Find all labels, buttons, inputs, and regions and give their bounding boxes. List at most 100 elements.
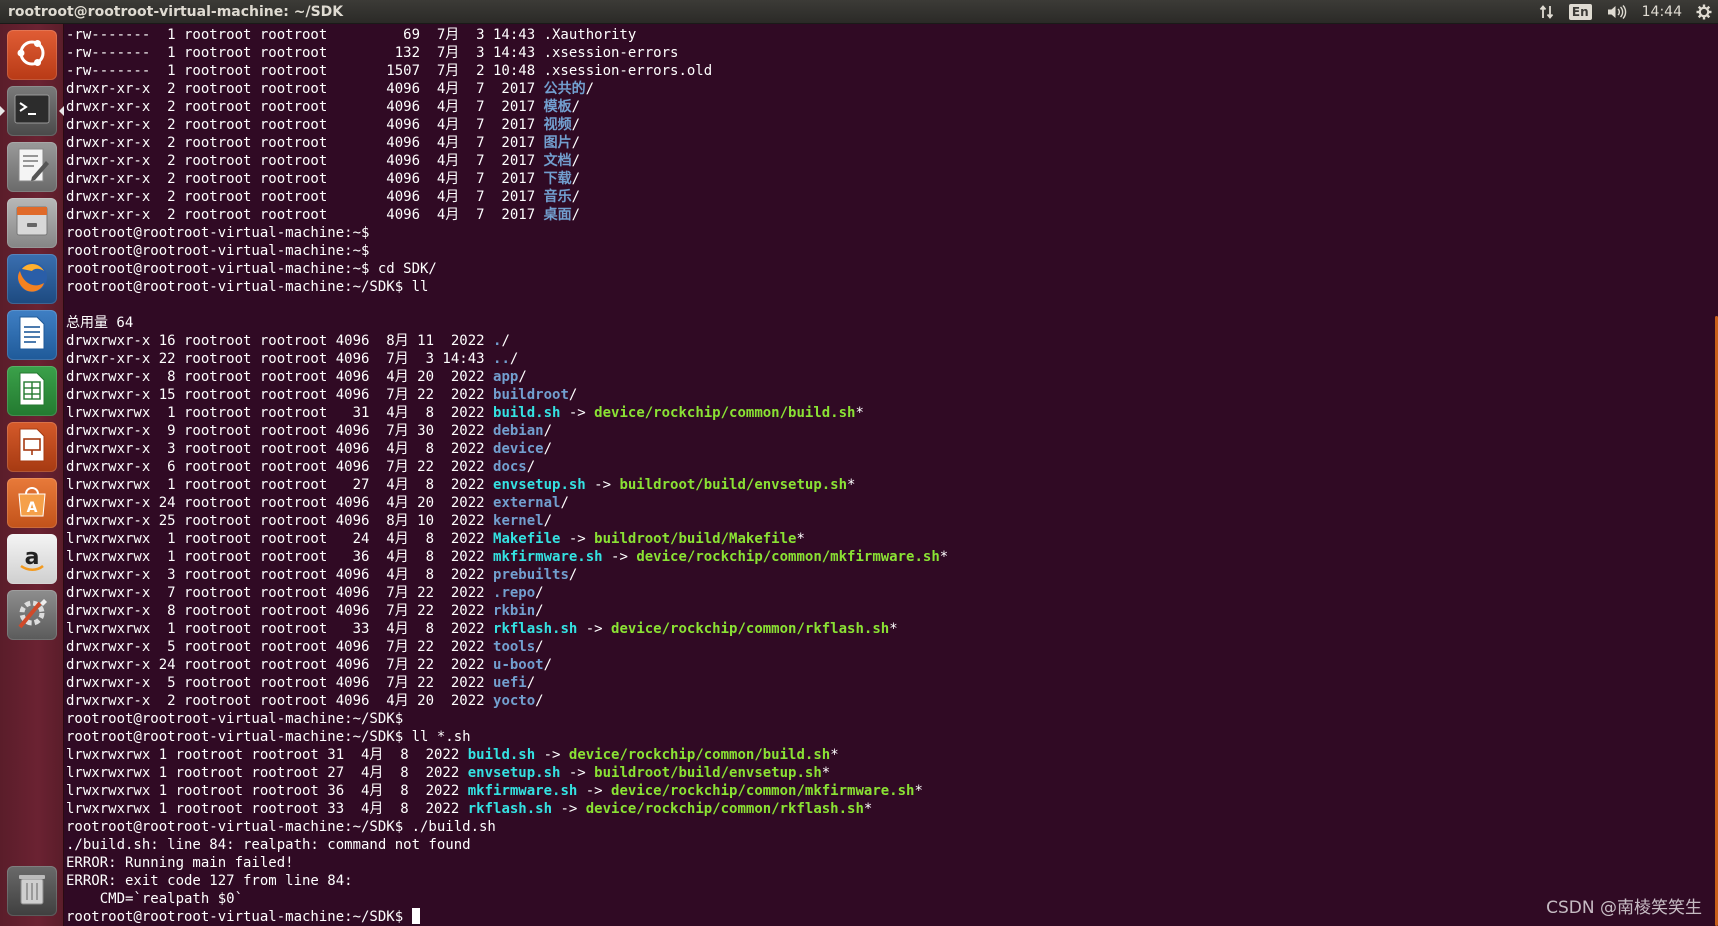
calc-launcher-button[interactable]: [7, 366, 57, 416]
terminal-text-segment: drwxrwxr-x 9 rootroot rootroot 4096 7月 3…: [66, 423, 494, 439]
terminal-text-segment: lrwxrwxrwx 1 rootroot rootroot 33 4月 8 2…: [66, 621, 494, 637]
terminal-output[interactable]: -rw------- 1 rootroot rootroot 69 7月 3 1…: [66, 26, 948, 926]
terminal-text-segment: /: [535, 639, 544, 655]
terminal-line: drwxrwxr-x 9 rootroot rootroot 4096 7月 3…: [66, 422, 948, 440]
terminal-text-segment: ERROR: Running main failed!: [66, 855, 294, 871]
settings-tools-icon: [12, 593, 52, 637]
terminal-line: rootroot@rootroot-virtual-machine:~/SDK$…: [66, 278, 948, 296]
terminal-text-segment: /: [543, 423, 553, 439]
terminal-text-segment: *: [863, 801, 873, 817]
terminal-dir-segment: .repo: [493, 585, 536, 601]
terminal-line: lrwxrwxrwx 1 rootroot rootroot 27 4月 8 2…: [66, 476, 948, 494]
terminal-line: drwxrwxr-x 5 rootroot rootroot 4096 7月 2…: [66, 674, 948, 692]
terminal-text-segment: lrwxrwxrwx 1 rootroot rootroot 36 4月 8 2…: [66, 783, 468, 799]
trash-launcher-button[interactable]: [7, 866, 57, 916]
terminal-line: lrwxrwxrwx 1 rootroot rootroot 24 4月 8 2…: [66, 530, 948, 548]
gear-icon[interactable]: [1696, 4, 1712, 20]
terminal-line: drwxr-xr-x 2 rootroot rootroot 4096 4月 7…: [66, 152, 948, 170]
terminal-text-segment: drwxrwxr-x 2 rootroot rootroot 4096 4月 2…: [66, 693, 494, 709]
terminal-dir-segment: app: [493, 369, 519, 385]
terminal-dir-segment: 文档: [543, 153, 572, 169]
terminal-text-segment: /: [535, 693, 544, 709]
terminal-text-segment: -rw------- 1 rootroot rootroot 69 7月 3 1…: [66, 27, 637, 43]
keyboard-layout-indicator[interactable]: En: [1568, 4, 1592, 20]
terminal-text-segment: *: [914, 783, 923, 799]
system-settings-launcher-button[interactable]: [7, 590, 57, 640]
terminal-text-segment: lrwxrwxrwx 1 rootroot rootroot 24 4月 8 2…: [66, 531, 494, 547]
terminal-line: rootroot@rootroot-virtual-machine:~$ cd …: [66, 260, 948, 278]
terminal-text-segment: ERROR: exit code 127 from line 84:: [66, 873, 353, 889]
terminal-line: lrwxrwxrwx 1 rootroot rootroot 31 4月 8 2…: [66, 746, 948, 764]
terminal-text-segment: ->: [560, 405, 595, 421]
terminal-text-segment: /: [518, 369, 527, 385]
terminal-text-segment: /: [526, 459, 536, 475]
terminal-text-segment: -rw------- 1 rootroot rootroot 1507 7月 2…: [66, 63, 713, 79]
firefox-icon: [12, 257, 52, 301]
terminal-dir-segment: buildroot: [493, 387, 569, 403]
terminal-line: drwxrwxr-x 5 rootroot rootroot 4096 7月 2…: [66, 638, 948, 656]
terminal-text-segment: /: [560, 495, 569, 511]
terminal-text-segment: /: [568, 567, 578, 583]
amazon-launcher-button[interactable]: a: [7, 534, 57, 584]
volume-icon[interactable]: [1606, 4, 1628, 20]
terminal-text-segment: drwxr-xr-x 2 rootroot rootroot 4096 4月 7…: [66, 117, 544, 133]
files-launcher-button[interactable]: [7, 198, 57, 248]
terminal-dir-segment: kernel: [493, 513, 544, 529]
terminal-link-segment: rkflash.sh: [467, 801, 553, 817]
terminal-dir-segment: 公共的: [543, 81, 586, 97]
terminal-text-segment: drwxrwxr-x 15 rootroot rootroot 4096 7月 …: [66, 387, 494, 403]
terminal-text-segment: ./build.sh: line 84: realpath: command n…: [66, 837, 471, 853]
terminal-text-segment: /: [571, 135, 581, 151]
terminal-text-segment: drwxrwxr-x 3 rootroot rootroot 4096 4月 8…: [66, 567, 494, 583]
terminal-line: lrwxrwxrwx 1 rootroot rootroot 27 4月 8 2…: [66, 764, 948, 782]
terminal-text-segment: drwxr-xr-x 2 rootroot rootroot 4096 4月 7…: [66, 189, 544, 205]
terminal-text-segment: drwxrwxr-x 3 rootroot rootroot 4096 4月 8…: [66, 441, 494, 457]
terminal-line: drwxrwxr-x 2 rootroot rootroot 4096 4月 2…: [66, 692, 948, 710]
terminal-text-segment: *: [855, 405, 864, 421]
terminal-line: drwxrwxr-x 3 rootroot rootroot 4096 4月 8…: [66, 566, 948, 584]
terminal-dir-segment: 视频: [543, 117, 572, 133]
terminal-text-segment: /: [571, 99, 581, 115]
terminal-text-segment: lrwxrwxrwx 1 rootroot rootroot 36 4月 8 2…: [66, 549, 494, 565]
terminal-line: rootroot@rootroot-virtual-machine:~/SDK$…: [66, 728, 948, 746]
text-editor-launcher-button[interactable]: [7, 142, 57, 192]
terminal-text-segment: drwxrwxr-x 5 rootroot rootroot 4096 7月 2…: [66, 639, 494, 655]
terminal-line: drwxr-xr-x 2 rootroot rootroot 4096 4月 7…: [66, 116, 948, 134]
terminal-dir-segment: docs: [493, 459, 527, 475]
panel-clock[interactable]: 14:44: [1642, 0, 1682, 24]
terminal-dir-segment: 下载: [543, 171, 572, 187]
terminal-line: drwxrwxr-x 16 rootroot rootroot 4096 8月 …: [66, 332, 948, 350]
terminal-text-segment: /: [509, 351, 519, 367]
writer-launcher-button[interactable]: [7, 310, 57, 360]
top-panel: rootroot@rootroot-virtual-machine: ~/SDK…: [0, 0, 1718, 24]
terminal-text-segment: /: [571, 153, 581, 169]
terminal-line: ERROR: Running main failed!: [66, 854, 948, 872]
terminal-text-segment: *: [796, 531, 805, 547]
terminal-text-segment: lrwxrwxrwx 1 rootroot rootroot 27 4月 8 2…: [66, 765, 468, 781]
terminal-text-segment: drwxrwxr-x 8 rootroot rootroot 4096 7月 2…: [66, 603, 494, 619]
terminal-link-segment: build.sh: [467, 747, 536, 763]
impress-launcher-button[interactable]: [7, 422, 57, 472]
terminal-text-segment: drwxr-xr-x 2 rootroot rootroot 4096 4月 7…: [66, 171, 544, 187]
firefox-launcher-button[interactable]: [7, 254, 57, 304]
terminal-text-segment: *: [830, 747, 839, 763]
terminal-line: -rw------- 1 rootroot rootroot 132 7月 3 …: [66, 44, 948, 62]
terminal-dir-segment: 桌面: [543, 207, 572, 223]
software-center-launcher-button[interactable]: A: [7, 478, 57, 528]
network-arrows-icon[interactable]: [1539, 4, 1555, 20]
trash-icon: [12, 869, 52, 913]
terminal-exe-segment: device/rockchip/common/mkfirmware.sh: [611, 783, 915, 799]
terminal-dir-segment: rkbin: [493, 603, 536, 619]
terminal-line: rootroot@rootroot-virtual-machine:~/SDK$: [66, 908, 948, 926]
terminal-launcher-button[interactable]: [0, 86, 64, 136]
terminal-exe-segment: buildroot/build/envsetup.sh: [594, 765, 822, 781]
terminal-text-segment: lrwxrwxrwx 1 rootroot rootroot 33 4月 8 2…: [66, 801, 468, 817]
terminal-text-segment: ->: [535, 747, 569, 763]
terminal-line: drwxr-xr-x 2 rootroot rootroot 4096 4月 7…: [66, 206, 948, 224]
terminal-window[interactable]: -rw------- 1 rootroot rootroot 69 7月 3 1…: [64, 24, 1718, 926]
indicator-area: En 14:44: [1539, 0, 1712, 24]
dash-home-button[interactable]: [7, 30, 57, 80]
terminal-text-segment: rootroot@rootroot-virtual-machine:~$: [66, 225, 370, 241]
terminal-dir-segment: 音乐: [543, 189, 572, 205]
terminal-line: drwxr-xr-x 2 rootroot rootroot 4096 4月 7…: [66, 188, 948, 206]
